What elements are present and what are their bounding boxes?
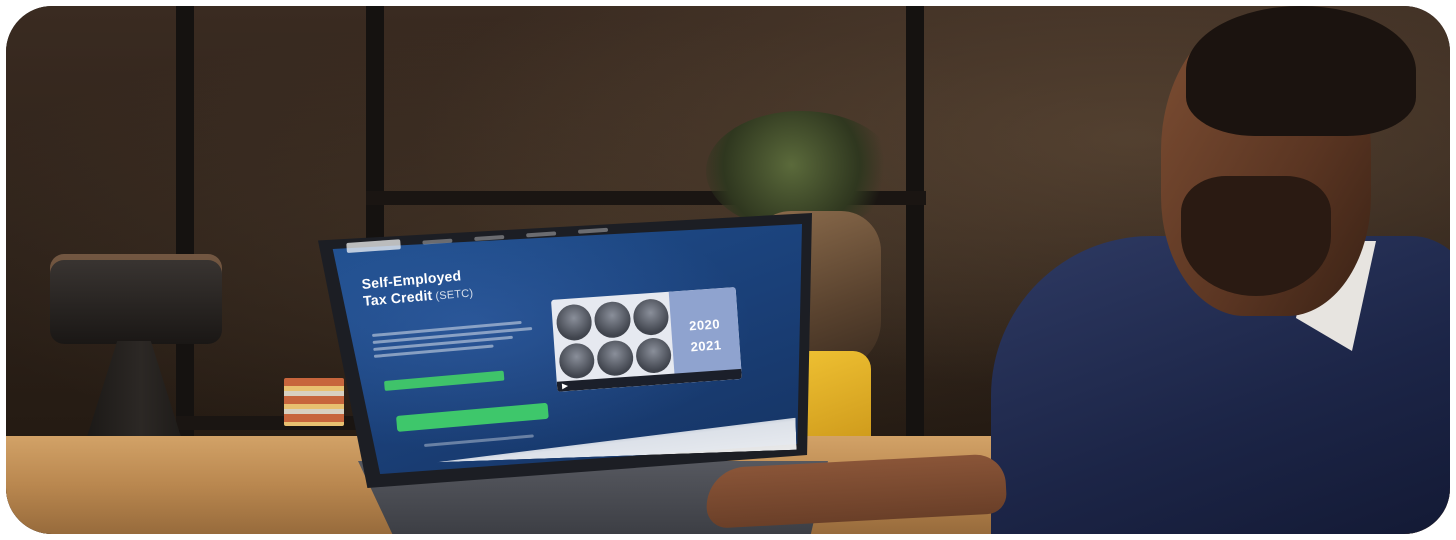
video-photo-grid	[555, 297, 673, 380]
screen-headline-suffix: (SETC)	[434, 287, 474, 303]
lamp-shade	[50, 254, 222, 344]
video-person-photo	[555, 303, 594, 342]
shelf-post-right	[906, 6, 924, 466]
screen-nav-item	[422, 238, 453, 245]
video-year-2020: 2020	[688, 316, 721, 334]
video-person-photo	[558, 341, 596, 380]
video-person-photo	[596, 338, 635, 377]
screen-nav-item	[577, 227, 609, 234]
screen-video-card: 2020 2021	[551, 287, 742, 392]
shelf-post-left	[176, 6, 194, 476]
man-figure	[991, 6, 1450, 534]
video-person-photo	[593, 300, 632, 339]
book-stack	[284, 378, 344, 426]
screen-nav-item	[474, 234, 505, 242]
play-icon	[561, 383, 569, 390]
man-beard	[1181, 176, 1331, 296]
photo-frame: Self-Employed Tax Credit (SETC) 2020 2021	[6, 6, 1450, 534]
video-year-2021: 2021	[690, 337, 723, 355]
man-hair	[1186, 6, 1416, 136]
video-person-photo	[634, 336, 673, 375]
video-person-photo	[631, 297, 670, 336]
screen-nav-item	[526, 231, 557, 238]
screen-logo	[346, 239, 401, 253]
